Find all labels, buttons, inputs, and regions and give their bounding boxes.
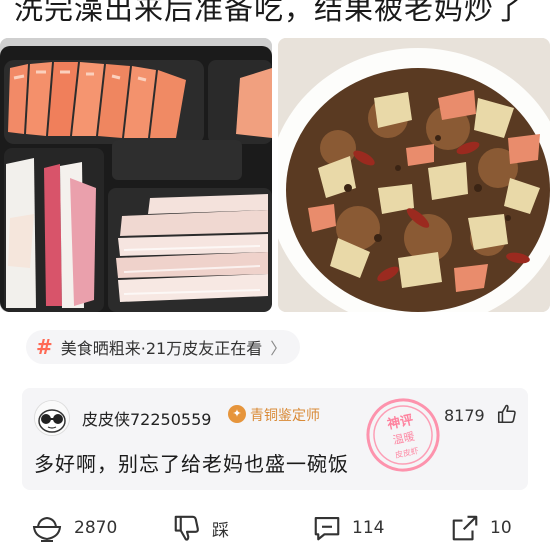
share-count: 10 (490, 518, 512, 538)
user-badge-label: 青铜鉴定师 (250, 408, 320, 424)
badge-icon: ✦ (228, 405, 246, 423)
stamp-line-3: 皮皮虾 (394, 445, 420, 460)
dislike-button[interactable]: 踩 (172, 513, 229, 543)
comment-like-count: 8179 (444, 406, 485, 425)
thumbs-down-icon (174, 515, 199, 541)
topic-label: 美食晒粗来·21万皮友正在看 (60, 339, 263, 358)
share-icon (452, 515, 478, 541)
stir-fry-photo[interactable] (278, 38, 550, 312)
upvote-button[interactable]: 2870 (30, 513, 117, 543)
comment-count: 114 (352, 518, 385, 538)
comment-username[interactable]: 皮皮侠72250559 (82, 406, 211, 430)
hashtag-icon: # (36, 335, 53, 359)
avatar-image (35, 401, 69, 435)
dislike-label: 踩 (212, 520, 229, 541)
comments-button[interactable]: 114 (312, 513, 384, 543)
share-button[interactable]: 10 (450, 513, 512, 543)
top-comment-card[interactable]: 皮皮侠72250559 ✦ 青铜鉴定师 神评 温暖 皮皮虾 8179 多好啊，别… (22, 388, 528, 490)
avatar[interactable] (34, 400, 70, 436)
salmon-sashimi-photo[interactable] (0, 38, 272, 312)
topic-tag[interactable]: # 美食晒粗来·21万皮友正在看 〉 (26, 330, 301, 364)
stamp-line-2: 温暖 (392, 430, 416, 447)
thumbs-up-icon[interactable] (496, 403, 518, 425)
salmon-sashimi-image (0, 38, 272, 312)
rice-bowl-icon (32, 516, 62, 542)
post-caption: 洗完澡出来后准备吃，结果被老妈炒了 (14, 0, 525, 26)
stir-fry-image (278, 38, 550, 312)
comment-bubble-icon (314, 516, 340, 541)
upvote-count: 2870 (74, 518, 118, 538)
hot-comment-stamp-icon: 神评 温暖 皮皮虾 (366, 398, 440, 472)
comment-text: 多好啊，别忘了给老妈也盛一碗饭 (34, 452, 349, 476)
chevron-right-icon: 〉 (270, 339, 287, 358)
